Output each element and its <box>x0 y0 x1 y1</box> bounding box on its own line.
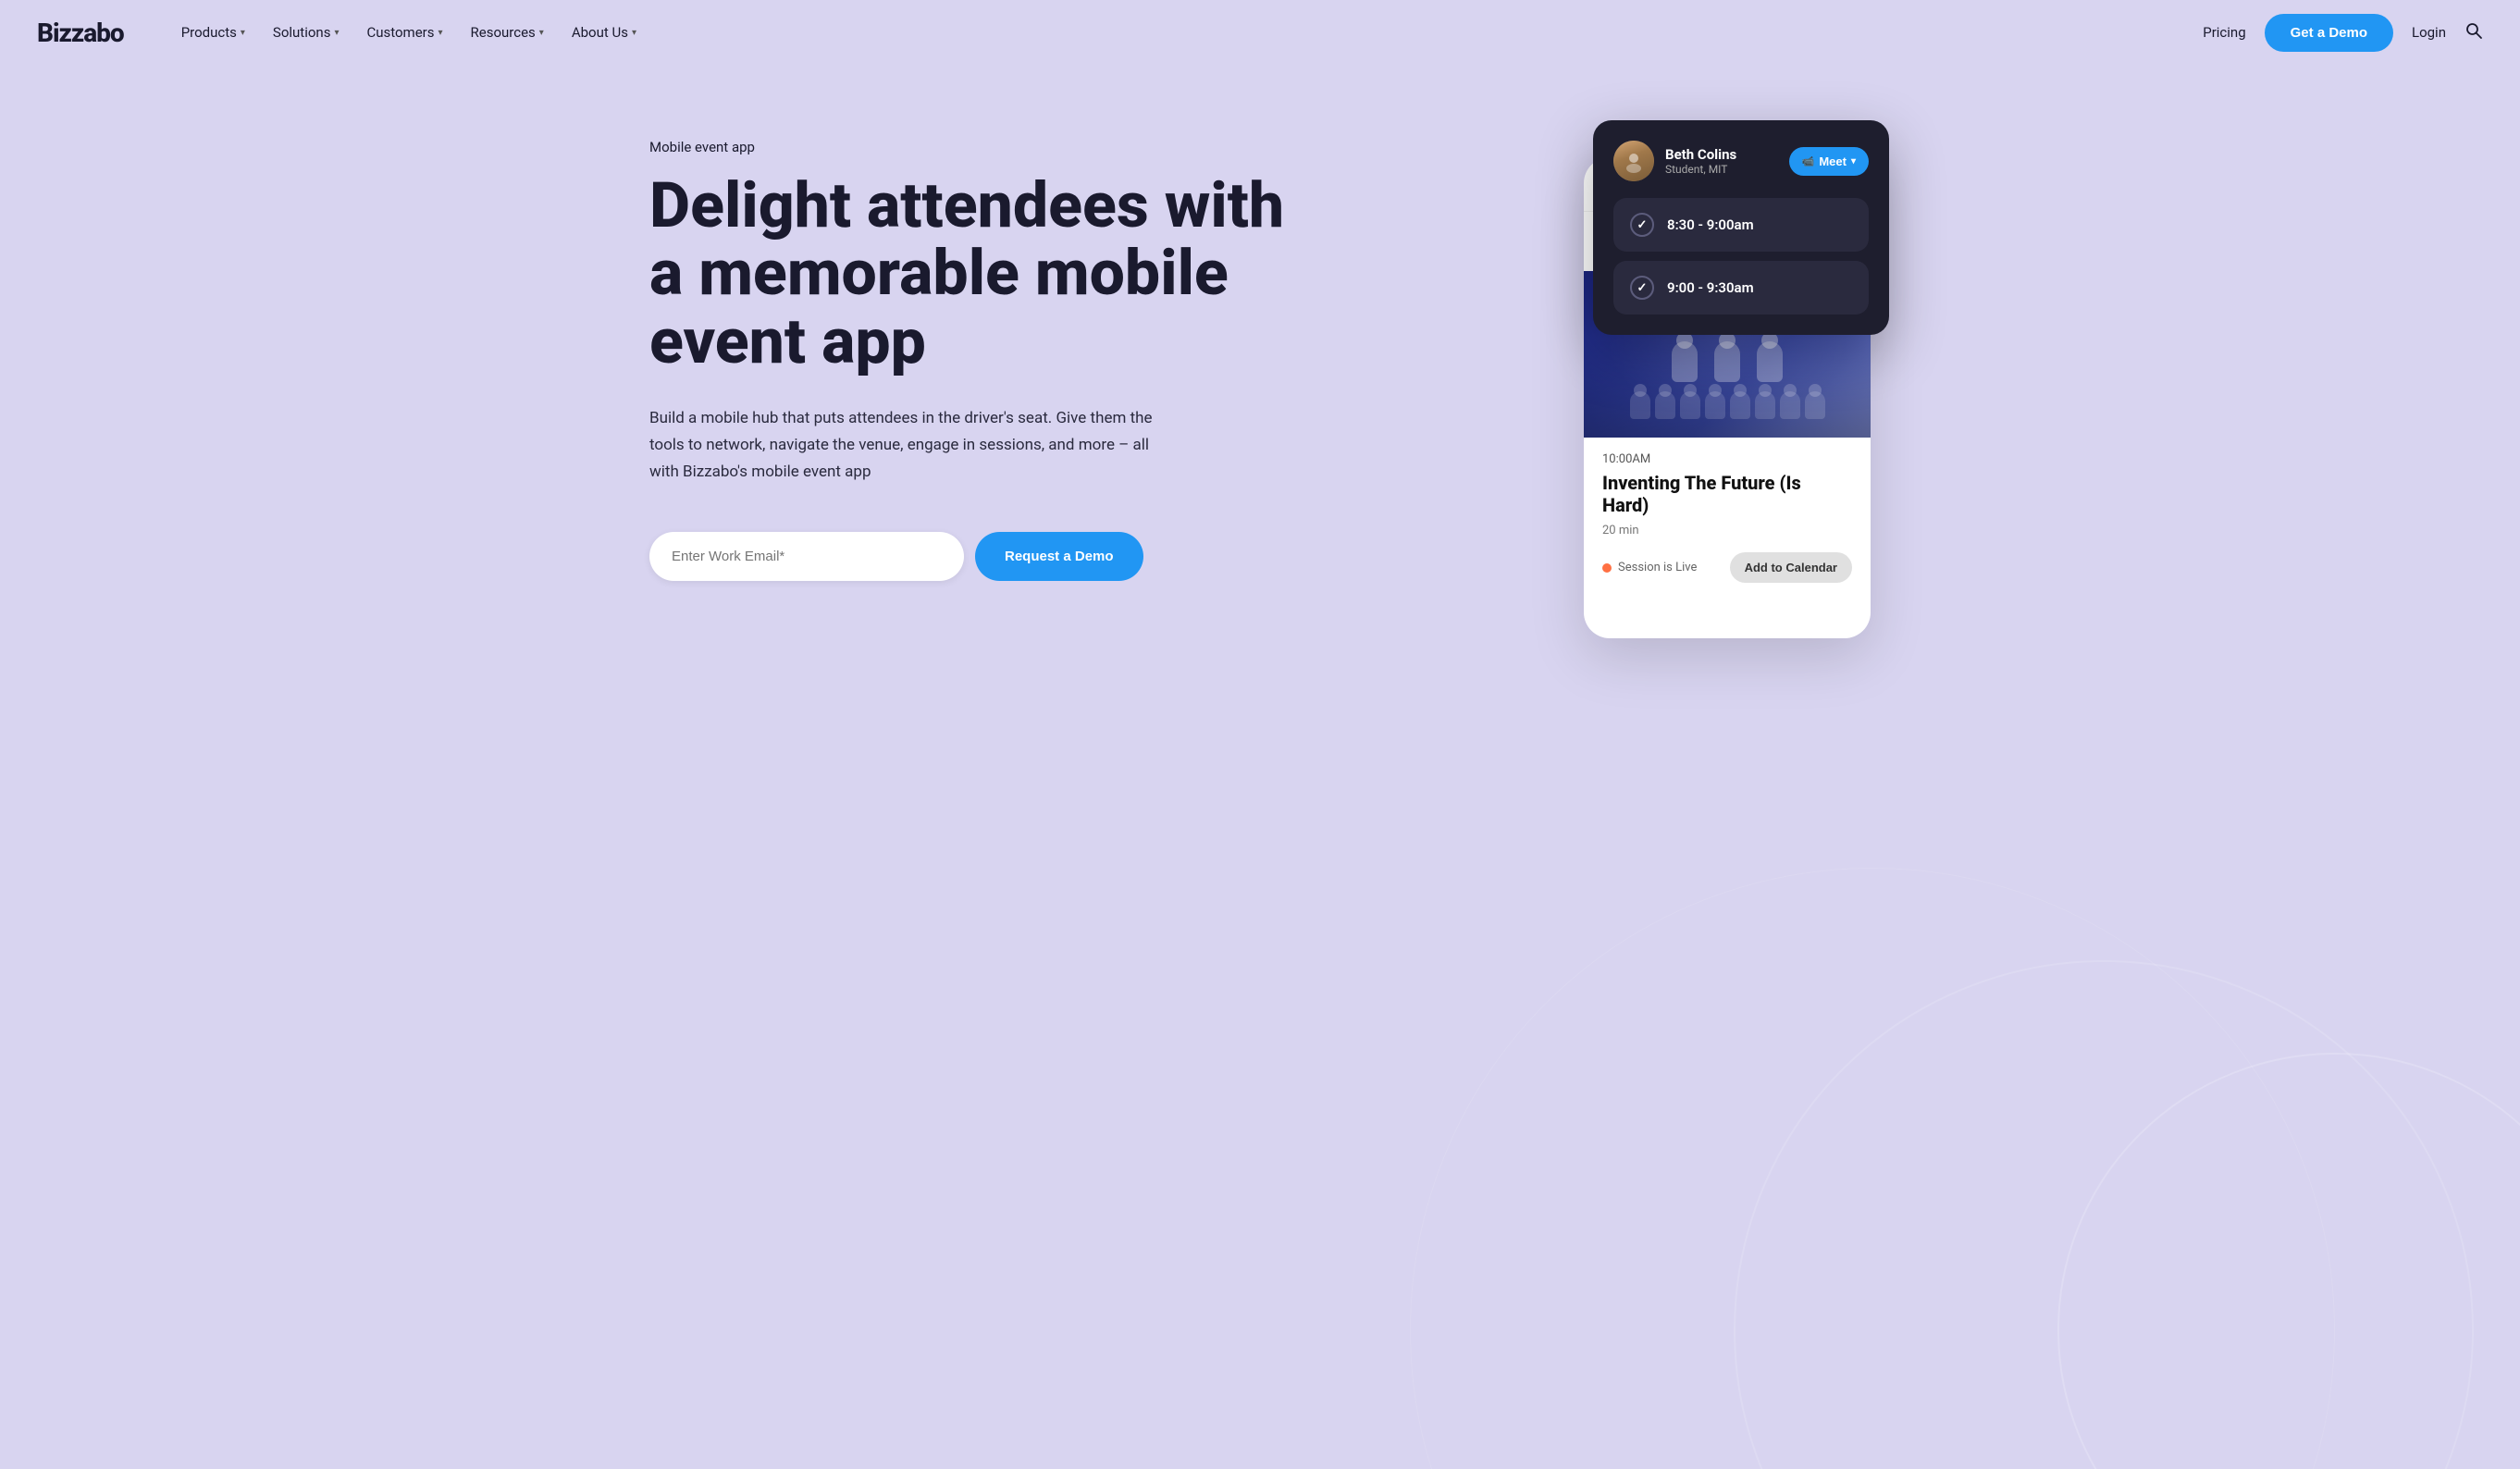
chevron-down-icon: ▾ <box>241 28 245 38</box>
check-circle-icon: ✓ <box>1630 213 1654 237</box>
chevron-down-icon: ▾ <box>1851 156 1856 167</box>
user-name: Beth Colins <box>1665 146 1736 163</box>
hero-section: Mobile event app Delight attendees with … <box>612 65 1908 1469</box>
nav-login[interactable]: Login <box>2412 24 2446 41</box>
hero-title: Delight attendees with a memorable mobil… <box>649 172 1321 376</box>
session-title: Inventing The Future (Is Hard) <box>1602 472 1852 516</box>
floating-profile-card: Beth Colins Student, MIT 📹 Meet ▾ ✓ 8:30… <box>1593 120 1889 335</box>
live-dot-icon <box>1602 563 1612 573</box>
time-label: 9:00 - 9:30am <box>1667 279 1754 296</box>
user-details: Beth Colins Student, MIT <box>1665 146 1736 176</box>
avatar <box>1613 141 1654 181</box>
check-circle-icon: ✓ <box>1630 276 1654 300</box>
chevron-down-icon: ▾ <box>439 28 443 38</box>
time-slot-1[interactable]: ✓ 8:30 - 9:00am <box>1613 198 1869 252</box>
nav-item-about[interactable]: About Us ▾ <box>561 17 648 48</box>
add-to-calendar-button[interactable]: Add to Calendar <box>1730 552 1852 583</box>
nav-links: Products ▾ Solutions ▾ Customers ▾ Resou… <box>170 17 2204 48</box>
nav-item-customers[interactable]: Customers ▾ <box>355 17 453 48</box>
session-duration: 20 min <box>1602 524 1852 537</box>
chevron-down-icon: ▾ <box>334 28 339 38</box>
request-demo-button[interactable]: Request a Demo <box>975 532 1143 581</box>
session-live-indicator: Session is Live <box>1602 561 1697 574</box>
get-demo-button[interactable]: Get a Demo <box>2265 14 2393 52</box>
chevron-down-icon: ▾ <box>539 28 544 38</box>
chevron-down-icon: ▾ <box>632 28 636 38</box>
user-info: Beth Colins Student, MIT <box>1613 141 1736 181</box>
session-footer: Session is Live Add to Calendar <box>1602 552 1852 583</box>
video-icon: 📹 <box>1802 155 1815 167</box>
email-input[interactable] <box>649 532 964 581</box>
session-info: 10:00AM Inventing The Future (Is Hard) 2… <box>1584 438 1871 601</box>
nav-item-resources[interactable]: Resources ▾ <box>460 17 555 48</box>
hero-content: Mobile event app Delight attendees with … <box>649 120 1321 581</box>
session-time: 10:00AM <box>1602 452 1852 466</box>
nav-pricing[interactable]: Pricing <box>2203 24 2245 41</box>
navigation: Bizzabo Products ▾ Solutions ▾ Customers… <box>0 0 2520 65</box>
nav-item-products[interactable]: Products ▾ <box>170 17 256 48</box>
hero-form: Request a Demo <box>649 532 1321 581</box>
time-label: 8:30 - 9:00am <box>1667 216 1754 233</box>
nav-right: Pricing Get a Demo Login <box>2203 14 2483 52</box>
hero-description: Build a mobile hub that puts attendees i… <box>649 405 1167 486</box>
hero-eyebrow: Mobile event app <box>649 139 1321 155</box>
user-role: Student, MIT <box>1665 163 1736 176</box>
search-icon[interactable] <box>2464 21 2483 44</box>
nav-item-solutions[interactable]: Solutions ▾ <box>262 17 351 48</box>
time-slot-2[interactable]: ✓ 9:00 - 9:30am <box>1613 261 1869 315</box>
logo[interactable]: Bizzabo <box>37 18 124 48</box>
meet-button[interactable]: 📹 Meet ▾ <box>1789 147 1869 176</box>
user-profile: Beth Colins Student, MIT 📹 Meet ▾ <box>1613 141 1869 181</box>
hero-visuals: Beth Colins Student, MIT 📹 Meet ▾ ✓ 8:30… <box>1321 120 1871 638</box>
